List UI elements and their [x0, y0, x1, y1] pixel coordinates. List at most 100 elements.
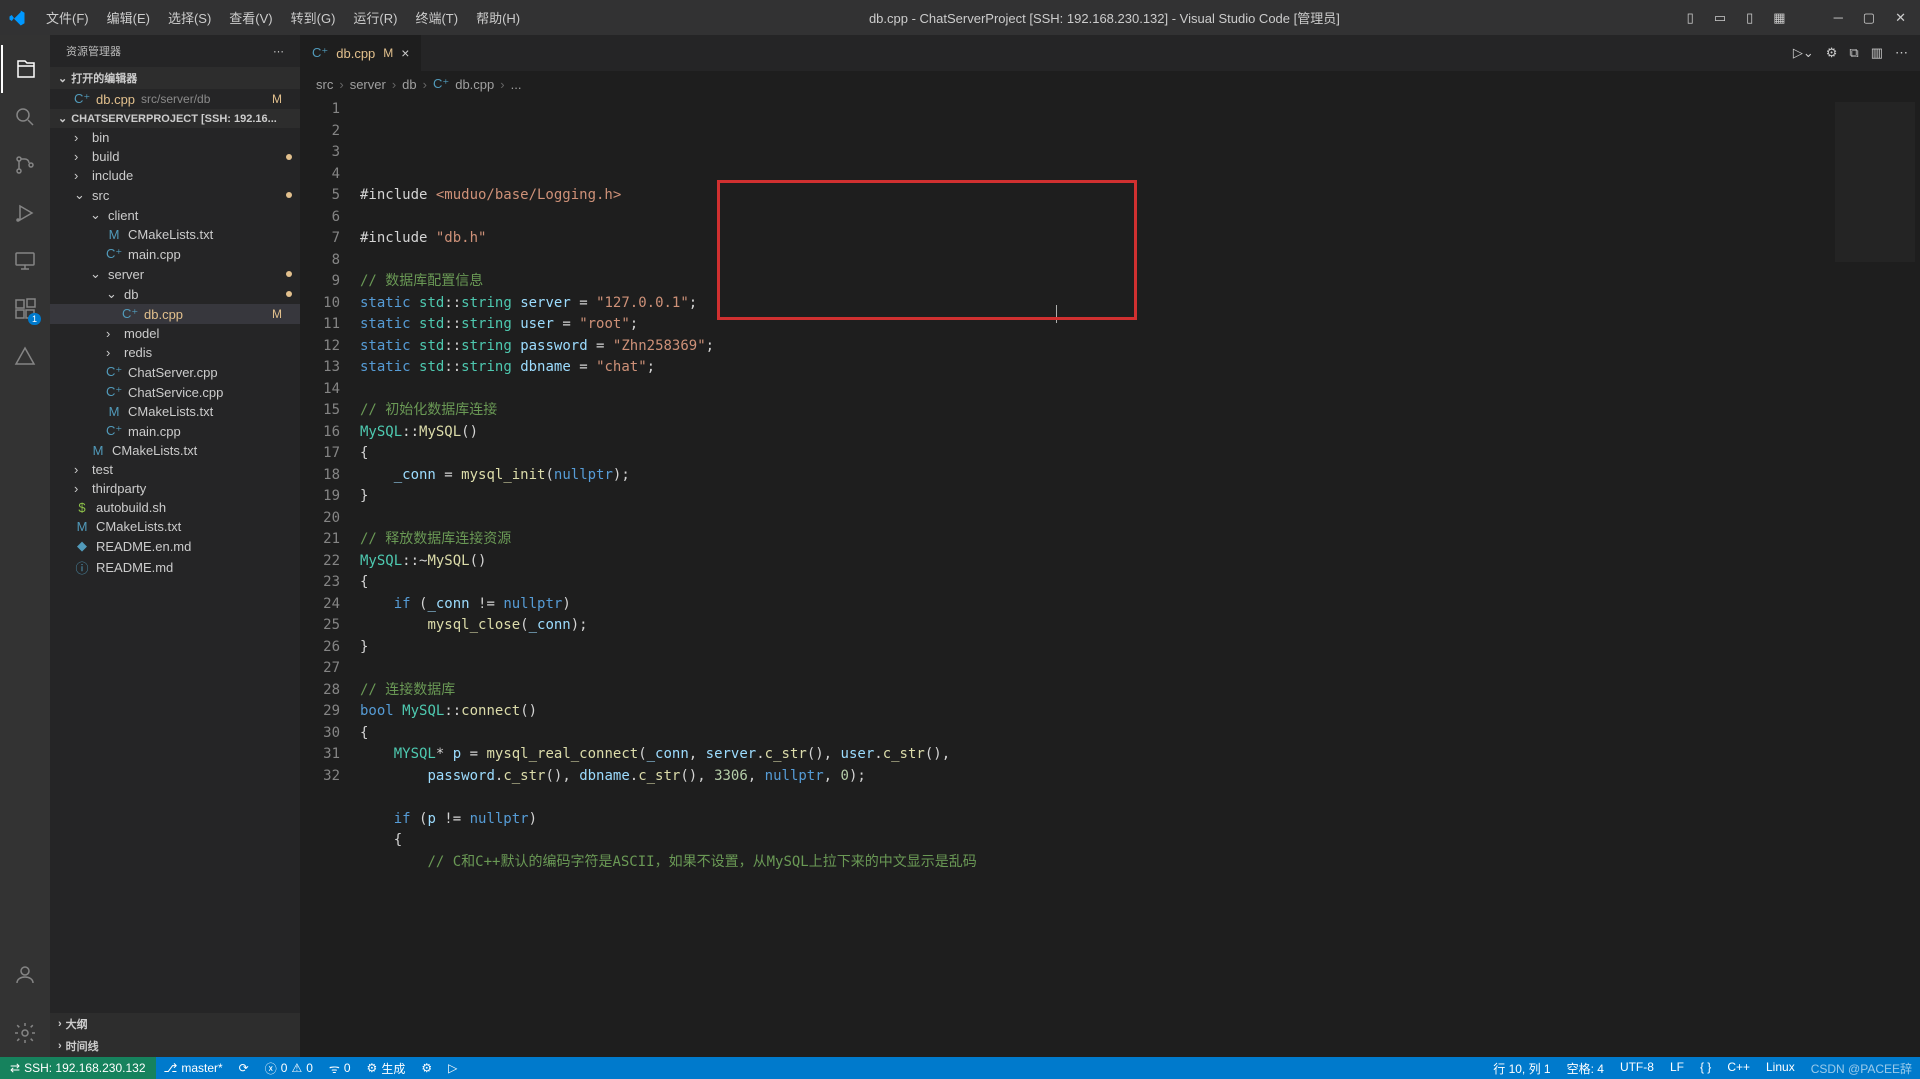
breadcrumb-item[interactable]: server [350, 77, 386, 92]
menu-item[interactable]: 查看(V) [221, 4, 280, 31]
more-icon[interactable]: ⋯ [1895, 45, 1908, 61]
language-mode[interactable]: C++ [1719, 1060, 1758, 1074]
folder-item[interactable]: ›thirdparty [50, 479, 300, 498]
open-editor-item[interactable]: C⁺ db.cpp src/server/db M [50, 89, 300, 109]
folder-item[interactable]: ⌄src [50, 185, 300, 205]
file-item[interactable]: ⓘREADME.md [50, 556, 300, 579]
open-editors-header[interactable]: ⌄ 打开的编辑器 [50, 67, 300, 89]
remote-os[interactable]: Linux [1758, 1060, 1803, 1074]
breadcrumb-item[interactable]: db.cpp [455, 77, 494, 92]
eol[interactable]: LF [1662, 1060, 1692, 1074]
folder-item[interactable]: ⌄client [50, 205, 300, 225]
menu-item[interactable]: 文件(F) [38, 4, 97, 31]
editor-actions: ▷⌄ ⚙ ⧉ ▥ ⋯ [1781, 35, 1920, 71]
minimap[interactable] [1820, 97, 1920, 1057]
folder-item[interactable]: ›include [50, 166, 300, 185]
folder-item[interactable]: ›test [50, 460, 300, 479]
folder-item[interactable]: ›model [50, 324, 300, 343]
launch-button[interactable]: ▷ [440, 1057, 465, 1079]
menu-item[interactable]: 选择(S) [160, 4, 219, 31]
file-item[interactable]: C⁺db.cppM [50, 304, 300, 324]
chevron-right-icon: › [106, 326, 118, 341]
remote-explorer-icon[interactable] [1, 237, 49, 285]
breadcrumb-item[interactable]: db [402, 77, 416, 92]
file-item[interactable]: C⁺ChatService.cpp [50, 382, 300, 402]
cpp-file-icon: C⁺ [106, 364, 122, 380]
outline-header[interactable]: › 大纲 [50, 1013, 300, 1035]
file-item[interactable]: MCMakeLists.txt [50, 402, 300, 421]
search-icon[interactable] [1, 93, 49, 141]
code-content[interactable]: #include <muduo/base/Logging.h>#include … [360, 97, 1820, 1057]
folder-item[interactable]: ⌄ db [50, 284, 300, 304]
remote-indicator[interactable]: ⇄ SSH: 192.168.230.132 [0, 1057, 156, 1079]
menu-item[interactable]: 终端(T) [407, 4, 466, 31]
breadcrumbs[interactable]: src›server›db›C⁺ db.cpp›... [300, 71, 1920, 97]
settings-gear-icon[interactable] [1, 1009, 49, 1057]
maximize-button[interactable]: ▢ [1857, 6, 1881, 30]
breadcrumb-item[interactable]: src [316, 77, 333, 92]
tab-close-icon[interactable]: × [401, 45, 409, 61]
file-item[interactable]: ◆README.en.md [50, 536, 300, 556]
sidebar: 资源管理器 ⋯ ⌄ 打开的编辑器 C⁺ db.cpp src/server/db… [50, 35, 300, 1057]
bracket-icon[interactable]: { } [1692, 1060, 1719, 1074]
editor-body[interactable]: 1234567891011121314151617181920212223242… [300, 97, 1920, 1057]
folder-item[interactable]: ›build [50, 147, 300, 166]
file-item[interactable]: MCMakeLists.txt [50, 517, 300, 536]
file-item[interactable]: MCMakeLists.txt [50, 441, 300, 460]
run-debug-icon[interactable] [1, 189, 49, 237]
debug-target[interactable]: ⚙ [413, 1057, 440, 1079]
file-item[interactable]: C⁺main.cpp [50, 244, 300, 264]
chevron-right-icon: › [58, 1018, 62, 1030]
cmake-icon[interactable] [1, 333, 49, 381]
file-item[interactable]: C⁺ChatServer.cpp [50, 362, 300, 382]
menubar: 文件(F)编辑(E)选择(S)查看(V)转到(G)运行(R)终端(T)帮助(H) [38, 4, 528, 31]
extensions-icon[interactable]: 1 [1, 285, 49, 333]
explorer-icon[interactable] [1, 45, 49, 93]
titlebar: 文件(F)编辑(E)选择(S)查看(V)转到(G)运行(R)终端(T)帮助(H)… [0, 0, 1920, 35]
ports[interactable]: ᯤ0 [321, 1057, 359, 1079]
breadcrumb-item[interactable]: ... [511, 77, 522, 92]
run-icon[interactable]: ▷⌄ [1793, 45, 1814, 61]
build-button[interactable]: ⚙生成 [359, 1057, 414, 1079]
menu-item[interactable]: 帮助(H) [468, 4, 528, 31]
editor: C⁺ db.cpp M × ▷⌄ ⚙ ⧉ ▥ ⋯ src›server›db›C… [300, 35, 1920, 1057]
timeline-header[interactable]: › 时间线 [50, 1035, 300, 1057]
cursor-position[interactable]: 行 10, 列 1 [1485, 1060, 1558, 1077]
file-name: main.cpp [128, 424, 181, 439]
menu-item[interactable]: 运行(R) [345, 4, 405, 31]
file-name: db [124, 287, 138, 302]
indentation[interactable]: 空格: 4 [1559, 1060, 1612, 1077]
layout-bottom-icon[interactable]: ▭ [1708, 6, 1732, 30]
folder-item[interactable]: ›bin [50, 128, 300, 147]
cmake-file-icon: M [106, 404, 122, 419]
more-icon[interactable]: ⋯ [273, 45, 284, 58]
gear-icon[interactable]: ⚙ [1826, 45, 1838, 61]
problems[interactable]: ⓧ0 ⚠0 [257, 1057, 321, 1079]
folder-item[interactable]: ›redis [50, 343, 300, 362]
tabs: C⁺ db.cpp M × ▷⌄ ⚙ ⧉ ▥ ⋯ [300, 35, 1920, 71]
statusbar: ⇄ SSH: 192.168.230.132 ⎇ master* ⟳ ⓧ0 ⚠0… [0, 1057, 1920, 1079]
sync-button[interactable]: ⟳ [231, 1057, 257, 1079]
split-icon[interactable]: ▥ [1871, 45, 1883, 61]
file-item[interactable]: $autobuild.sh [50, 498, 300, 517]
account-icon[interactable] [1, 951, 49, 999]
encoding[interactable]: UTF-8 [1612, 1060, 1662, 1074]
folder-item[interactable]: ⌄server [50, 264, 300, 284]
tab-db-cpp[interactable]: C⁺ db.cpp M × [300, 35, 422, 71]
file-item[interactable]: MCMakeLists.txt [50, 225, 300, 244]
close-button[interactable]: ✕ [1889, 6, 1912, 30]
activitybar: 1 [0, 35, 50, 1057]
layout-left-icon[interactable]: ▯ [1681, 6, 1700, 30]
chevron-down-icon: ⌄ [106, 286, 118, 302]
file-item[interactable]: C⁺main.cpp [50, 421, 300, 441]
file-name: main.cpp [128, 247, 181, 262]
layout-grid-icon[interactable]: ▦ [1767, 6, 1791, 30]
menu-item[interactable]: 编辑(E) [99, 4, 158, 31]
menu-item[interactable]: 转到(G) [283, 4, 344, 31]
diff-icon[interactable]: ⧉ [1849, 45, 1858, 61]
minimize-button[interactable]: ─ [1828, 6, 1849, 29]
git-branch[interactable]: ⎇ master* [156, 1057, 231, 1079]
source-control-icon[interactable] [1, 141, 49, 189]
project-header[interactable]: ⌄ CHATSERVERPROJECT [SSH: 192.16... [50, 109, 300, 128]
layout-right-icon[interactable]: ▯ [1740, 6, 1759, 30]
